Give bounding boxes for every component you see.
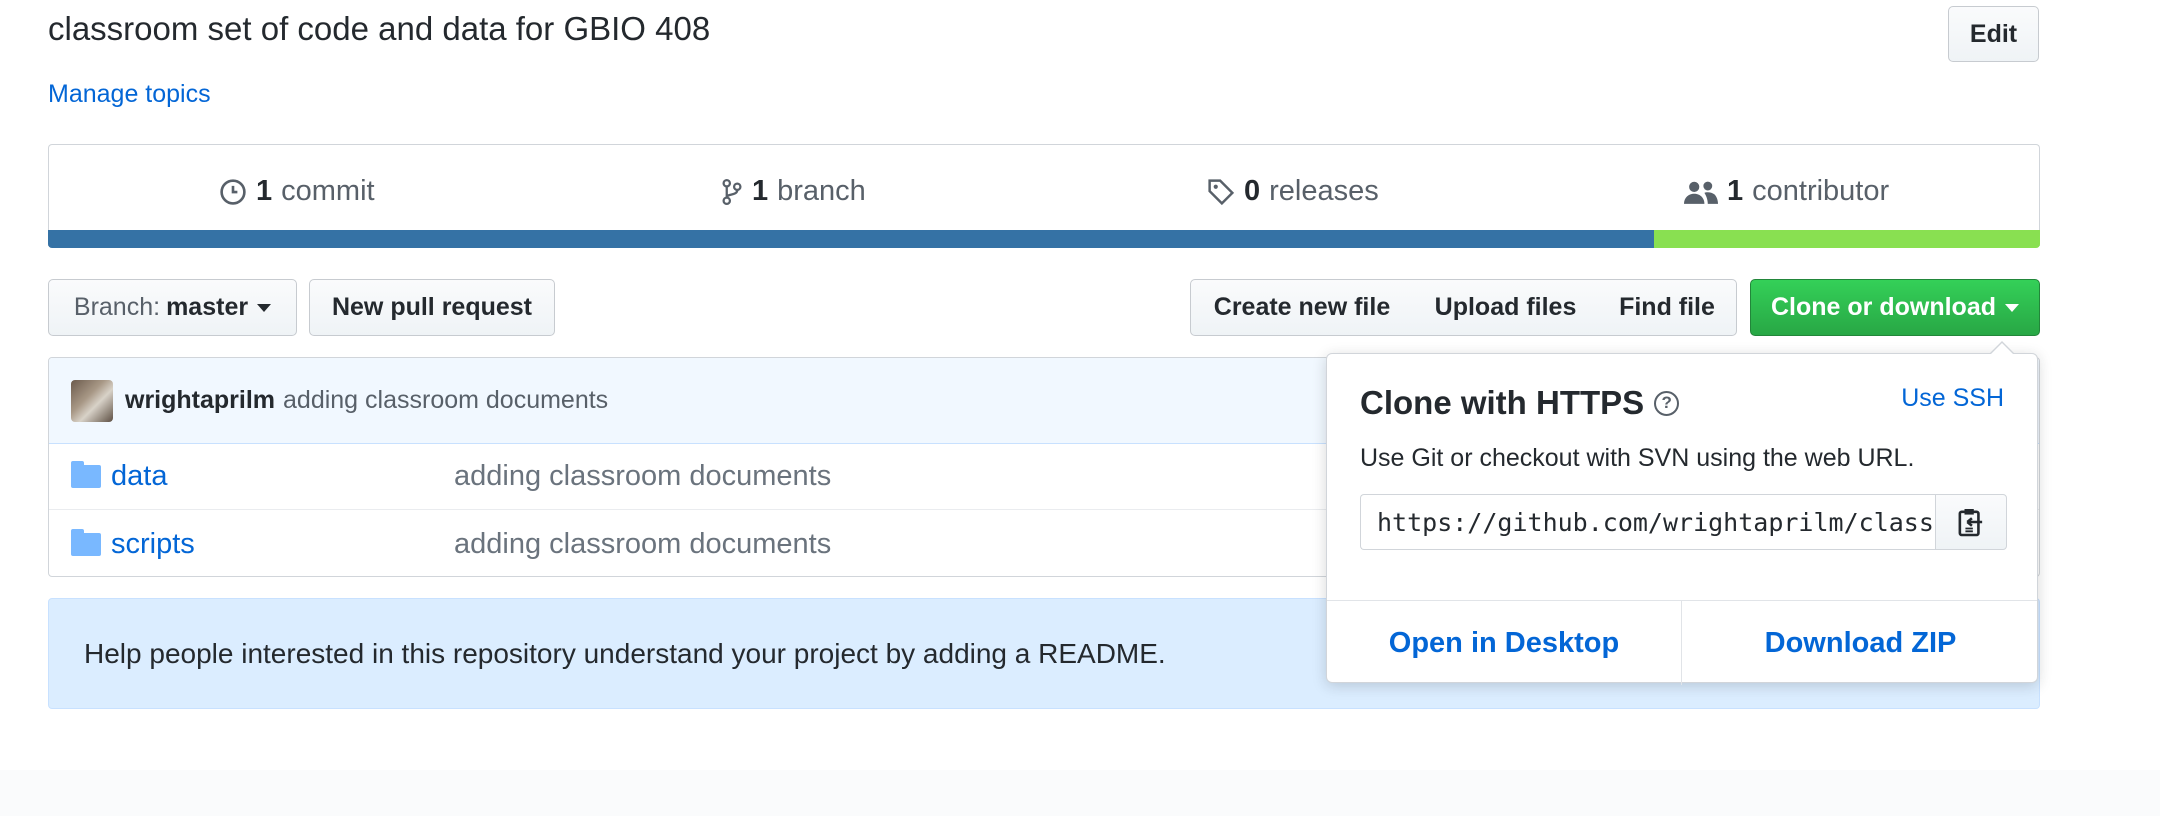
commits-stat[interactable]: 1 commit	[219, 175, 375, 208]
releases-label: releases	[1269, 175, 1379, 207]
contributors-label: contributor	[1752, 175, 1890, 207]
branches-count: 1	[752, 175, 769, 207]
commit-message[interactable]: adding classroom documents	[283, 386, 608, 415]
tag-icon	[1208, 178, 1235, 205]
language-segment-python	[48, 230, 1654, 248]
use-ssh-link[interactable]: Use SSH	[1901, 384, 2004, 413]
contributors-stat[interactable]: 1 contributor	[1684, 175, 1889, 208]
clone-popover: Clone with HTTPS ? Use SSH Use Git or ch…	[1326, 341, 2039, 685]
branch-name: master	[166, 293, 249, 321]
clone-url-input[interactable]: https://github.com/wrightaprilm/class	[1360, 494, 1935, 550]
clone-popover-title: Clone with HTTPS	[1360, 384, 1645, 421]
upload-files-button[interactable]: Upload files	[1413, 279, 1599, 336]
clone-popover-title-wrap: Clone with HTTPS ?	[1360, 384, 1680, 422]
commit-author[interactable]: wrightaprilm	[125, 386, 275, 415]
commits-count: 1	[256, 175, 273, 207]
new-pull-request-button[interactable]: New pull request	[309, 279, 555, 336]
file-name-link[interactable]: scripts	[111, 528, 195, 561]
branches-stat[interactable]: 1 branch	[721, 175, 866, 208]
language-bar[interactable]	[48, 230, 2040, 248]
edit-description-button[interactable]: Edit	[1948, 6, 2039, 62]
branch-select-button[interactable]: Branch: master	[48, 279, 297, 336]
clone-or-download-button[interactable]: Clone or download	[1750, 279, 2040, 336]
file-commit-message[interactable]: adding classroom documents	[454, 528, 831, 561]
clone-popover-footer: Open in Desktop Download ZIP	[1327, 600, 2039, 685]
chevron-down-icon	[257, 303, 272, 312]
file-name-link[interactable]: data	[111, 460, 167, 493]
chevron-down-icon	[2005, 303, 2019, 312]
history-icon	[220, 178, 246, 205]
create-new-file-button[interactable]: Create new file	[1190, 279, 1414, 336]
clone-or-download-label: Clone or download	[1771, 293, 1996, 321]
people-icon	[1684, 181, 1718, 204]
folder-icon	[71, 461, 101, 488]
readme-prompt-text: Help people interested in this repositor…	[84, 637, 1166, 669]
branch-icon	[722, 178, 742, 205]
releases-stat[interactable]: 0 releases	[1207, 175, 1379, 208]
page-bottom-strip	[0, 770, 2160, 816]
download-zip-link[interactable]: Download ZIP	[1682, 601, 2039, 685]
contributors-count: 1	[1727, 175, 1744, 207]
avatar[interactable]	[71, 379, 113, 422]
question-icon[interactable]: ?	[1654, 390, 1680, 416]
manage-topics-link[interactable]: Manage topics	[48, 80, 211, 109]
copy-to-clipboard-button[interactable]	[1935, 494, 2007, 550]
commits-label: commit	[281, 175, 375, 207]
find-file-button[interactable]: Find file	[1598, 279, 1737, 336]
branch-prefix: Branch:	[73, 293, 161, 321]
clipboard-icon	[1958, 509, 1983, 537]
language-segment-shell	[1653, 230, 2040, 248]
folder-icon	[71, 528, 101, 556]
branches-label: branch	[777, 175, 866, 207]
open-in-desktop-link[interactable]: Open in Desktop	[1327, 601, 1682, 685]
releases-count: 0	[1244, 175, 1261, 207]
repo-description: classroom set of code and data for GBIO …	[48, 10, 711, 47]
file-commit-message[interactable]: adding classroom documents	[454, 460, 831, 493]
clone-popover-subtitle: Use Git or checkout with SVN using the w…	[1360, 444, 1915, 472]
